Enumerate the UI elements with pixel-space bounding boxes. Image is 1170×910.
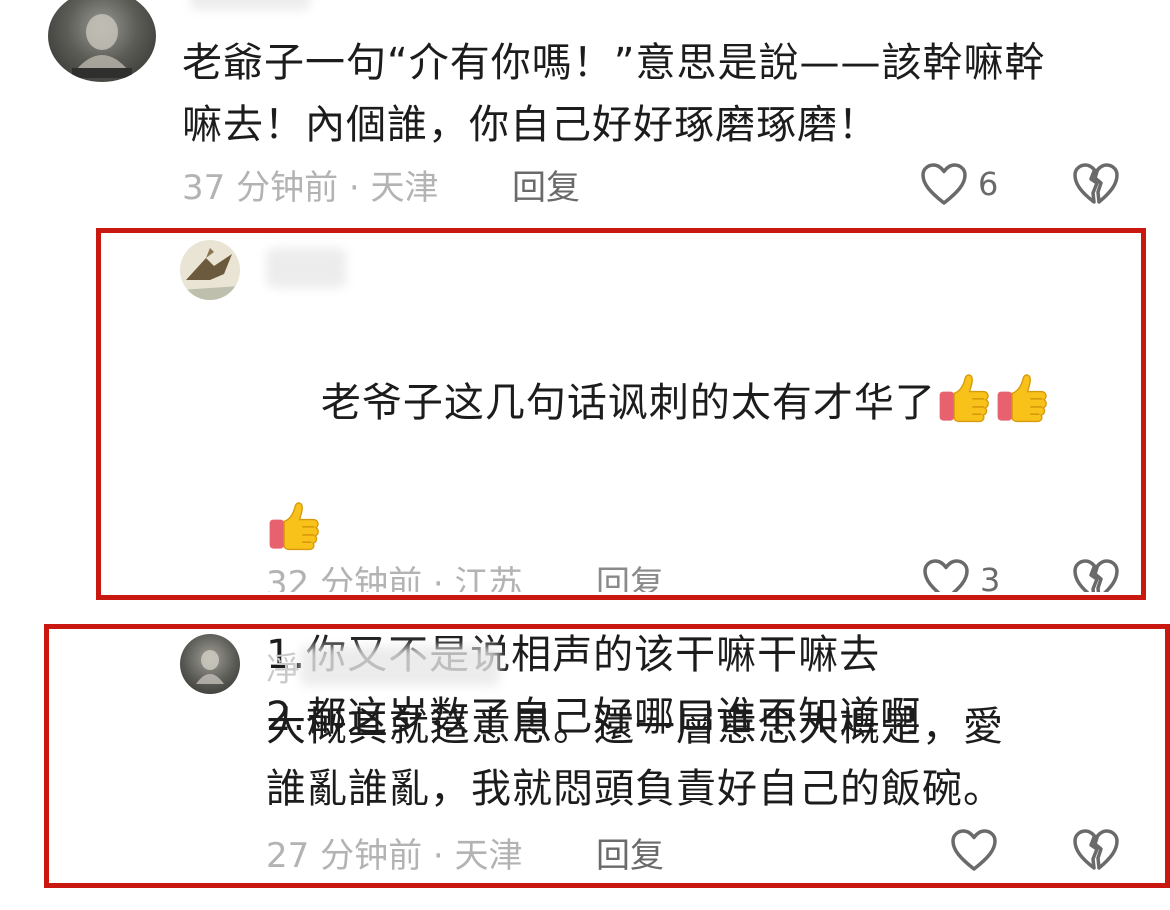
- heart-outline-icon: [950, 828, 998, 872]
- thumbs-up-icon: [936, 368, 994, 426]
- like-count: 6: [978, 165, 999, 203]
- avatar[interactable]: [180, 634, 240, 694]
- comment-meta: 32 分钟前 · 江苏: [266, 564, 523, 592]
- username-blur: [300, 646, 500, 686]
- avatar[interactable]: [180, 240, 240, 300]
- comment-meta: 27 分钟前 · 天津: [266, 836, 523, 876]
- username[interactable]: 凈: [266, 642, 300, 691]
- broken-heart-icon[interactable]: [1072, 558, 1120, 592]
- thumbs-up-icon: [994, 368, 1052, 426]
- thumbs-up-icon: [266, 496, 324, 554]
- reply-button[interactable]: 回复: [596, 828, 664, 877]
- like-button[interactable]: 6: [920, 162, 998, 206]
- comment-meta: 37 分钟前 · 天津: [182, 168, 439, 208]
- like-count: 3: [980, 561, 1001, 592]
- reply-button[interactable]: 回复: [596, 556, 664, 592]
- broken-heart-icon[interactable]: [1072, 162, 1120, 206]
- like-button[interactable]: [950, 828, 1008, 872]
- comment-text: 大概其就這意思。還一層意思大概是，愛 誰亂誰亂，我就悶頭負責好自己的飯碗。: [266, 704, 1004, 812]
- avatar[interactable]: [48, 0, 156, 82]
- username[interactable]: [266, 248, 346, 288]
- heart-outline-icon: [922, 558, 970, 592]
- comment-text: 老爺子一句“介有你嗎！”意思是說——該幹嘛幹 嘛去！內個誰，你自己好好琢磨琢磨！: [182, 40, 1046, 148]
- reply-button[interactable]: 回复: [512, 160, 580, 209]
- username-prefix: 凈: [266, 650, 300, 690]
- broken-heart-icon[interactable]: [1072, 828, 1120, 872]
- heart-outline-icon: [920, 162, 968, 206]
- like-button[interactable]: 3: [922, 558, 1000, 592]
- username[interactable]: [190, 0, 310, 10]
- comment-text-line1: 老爷子这几句话讽刺的太有才华了: [320, 380, 936, 426]
- meta-row-clipped: 32 分钟前 · 江苏 回复 3: [0, 550, 1170, 592]
